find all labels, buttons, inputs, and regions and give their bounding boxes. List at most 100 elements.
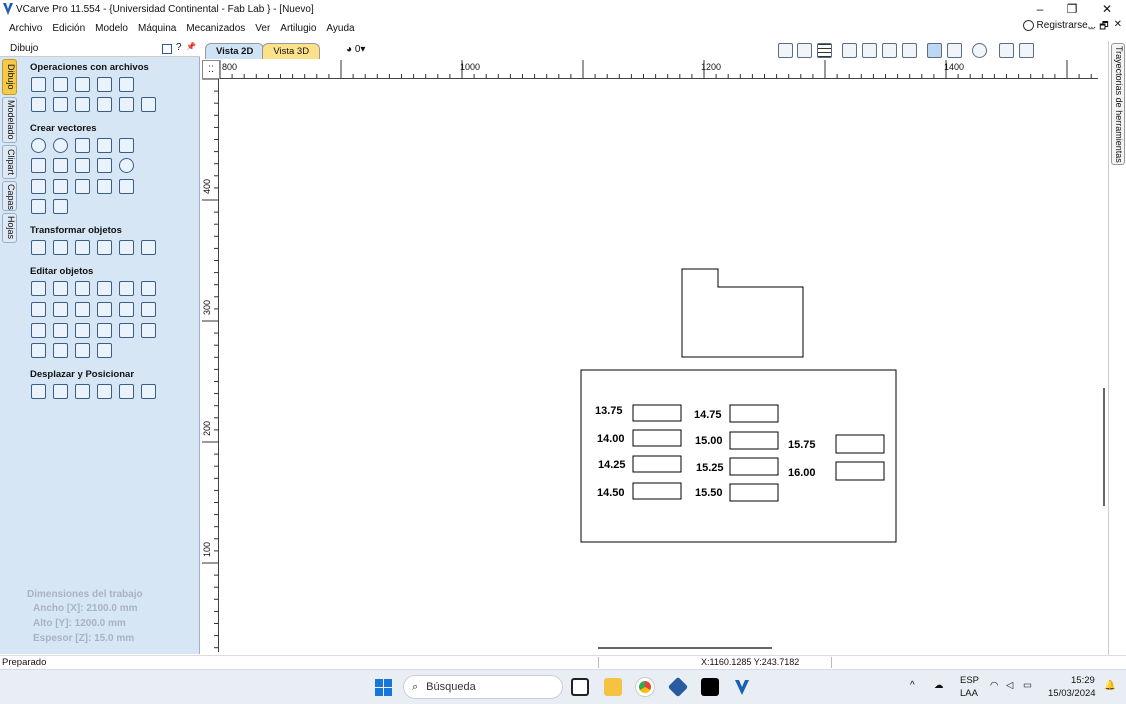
copy-icon[interactable] (75, 97, 90, 112)
rect-vector[interactable] (835, 461, 885, 481)
zoom-out-icon[interactable] (882, 43, 897, 58)
vertical-scrollbar[interactable] (1103, 388, 1105, 506)
circular-array-icon[interactable] (75, 384, 90, 399)
upper-shape-vector[interactable] (681, 268, 804, 358)
mdi-minimize-button[interactable]: _ (1089, 19, 1095, 36)
open-file-icon[interactable] (53, 77, 68, 92)
wifi-icon[interactable]: ◠ (990, 680, 998, 691)
align-icon[interactable] (75, 240, 90, 255)
distort-icon[interactable] (119, 240, 134, 255)
tab-3d-view[interactable]: Vista 3D (262, 43, 321, 59)
curve-fit-icon[interactable] (141, 302, 156, 317)
ungroup-icon[interactable] (119, 281, 134, 296)
rect-vector[interactable] (729, 404, 779, 423)
trim-icon[interactable] (97, 302, 112, 317)
speaker-icon[interactable]: ◁ (1006, 680, 1013, 691)
text-vector[interactable]: 14.50 (597, 487, 625, 499)
star-icon[interactable] (119, 138, 134, 153)
windows-start-icon[interactable] (375, 679, 392, 696)
rect-vector[interactable] (632, 455, 682, 473)
layer-selector[interactable]: ◕ 0▾ (346, 44, 365, 55)
menu-mecanizados[interactable]: Mecanizados (186, 23, 245, 34)
menu-ver[interactable]: Ver (255, 23, 270, 34)
input-language[interactable]: ESP (960, 675, 979, 686)
paste-icon[interactable] (97, 97, 112, 112)
spiral-icon[interactable] (119, 158, 134, 173)
taskbar-search[interactable]: ⌕ Búsqueda (403, 675, 563, 699)
file-explorer-icon[interactable] (604, 678, 622, 696)
layout-icon[interactable] (999, 43, 1014, 58)
arc-text-icon[interactable] (119, 179, 134, 194)
text-icon[interactable] (31, 179, 46, 194)
copy-along-icon[interactable] (97, 384, 112, 399)
terminal-icon[interactable] (701, 678, 719, 696)
zoom-window-icon[interactable] (902, 43, 917, 58)
toolpath-preview-icon[interactable] (972, 43, 987, 58)
minimize-button[interactable]: – (1025, 0, 1055, 18)
ruler-corner[interactable]: ⁚⁚ (202, 60, 220, 79)
nest-icon[interactable] (119, 323, 134, 338)
tab-dibujo[interactable]: Dibujo (2, 59, 17, 95)
app-icon[interactable] (667, 676, 689, 698)
rect-vector[interactable] (632, 429, 682, 447)
notification-bell-icon[interactable]: 🔔 (1104, 680, 1116, 691)
subtract-icon[interactable] (53, 302, 68, 317)
array-copy-icon[interactable] (53, 384, 68, 399)
import-icon[interactable] (97, 77, 112, 92)
position-icon[interactable] (31, 384, 46, 399)
text-vector[interactable]: 16.00 (788, 467, 816, 479)
close-button[interactable]: ✕ (1092, 0, 1122, 18)
toolpaths-tab[interactable]: Trayectorias de herramientas (1111, 43, 1125, 165)
tab-capas[interactable]: Capas (2, 181, 17, 211)
rect-vector[interactable] (632, 404, 682, 422)
text-vector[interactable]: 15.00 (695, 435, 723, 447)
new-file-icon[interactable] (31, 77, 46, 92)
rectangle-icon[interactable] (75, 138, 90, 153)
menu-artilugio[interactable]: Artilugio (280, 23, 316, 34)
node-edit-icon[interactable] (53, 281, 68, 296)
task-view-icon[interactable] (571, 678, 589, 696)
move-icon[interactable] (31, 240, 46, 255)
tab-icon[interactable] (53, 343, 68, 358)
text-vector[interactable]: 14.25 (598, 459, 626, 471)
menu-edicion[interactable]: Edición (52, 23, 85, 34)
autospace-text-icon[interactable] (97, 179, 112, 194)
snap-guides-icon[interactable] (947, 43, 962, 58)
clock-time[interactable]: 15:29 (1071, 675, 1095, 686)
menu-modelo[interactable]: Modelo (95, 23, 128, 34)
group-icon[interactable] (97, 281, 112, 296)
curve-icon[interactable] (75, 158, 90, 173)
undo-icon[interactable] (119, 97, 134, 112)
text-vector[interactable]: 14.00 (597, 433, 625, 445)
rect-vector[interactable] (835, 434, 885, 454)
pan-icon[interactable] (842, 43, 857, 58)
measure-icon[interactable] (53, 199, 68, 214)
scissors-icon[interactable] (119, 302, 134, 317)
wave-icon[interactable] (97, 158, 112, 173)
panel-help-button[interactable]: ? (176, 42, 182, 53)
export-icon[interactable] (119, 77, 134, 92)
pin-icon[interactable]: 📌 (186, 42, 196, 51)
chamfer-icon[interactable] (53, 323, 68, 338)
text-vector[interactable]: 15.25 (696, 462, 724, 474)
lead-in-icon[interactable] (75, 343, 90, 358)
scale-icon[interactable] (53, 240, 68, 255)
outer-rectangle-vector[interactable] (580, 369, 897, 543)
extend-icon[interactable] (75, 323, 90, 338)
text-vector[interactable]: 13.75 (595, 405, 623, 417)
text-box-icon[interactable] (53, 179, 68, 194)
text-vector[interactable]: 15.50 (695, 487, 723, 499)
job-setup-icon[interactable] (31, 97, 46, 112)
rect-vector[interactable] (729, 483, 779, 502)
signin-button[interactable]: Registrarse... (1022, 20, 1096, 31)
grid-icon[interactable] (817, 43, 832, 58)
tab-2d-view[interactable]: Vista 2D (205, 43, 265, 59)
zoom-in-icon[interactable] (862, 43, 877, 58)
tab-modelado[interactable]: Modelado (2, 97, 17, 143)
chevron-up-icon[interactable]: ^ (910, 680, 915, 691)
restore-button[interactable]: ❐ (1057, 0, 1087, 18)
vcarve-taskbar-icon[interactable] (733, 678, 751, 696)
battery-icon[interactable]: ▭ (1023, 680, 1032, 691)
mdi-restore-button[interactable]: 🗗 (1099, 19, 1108, 36)
dogbone-icon[interactable] (31, 343, 46, 358)
